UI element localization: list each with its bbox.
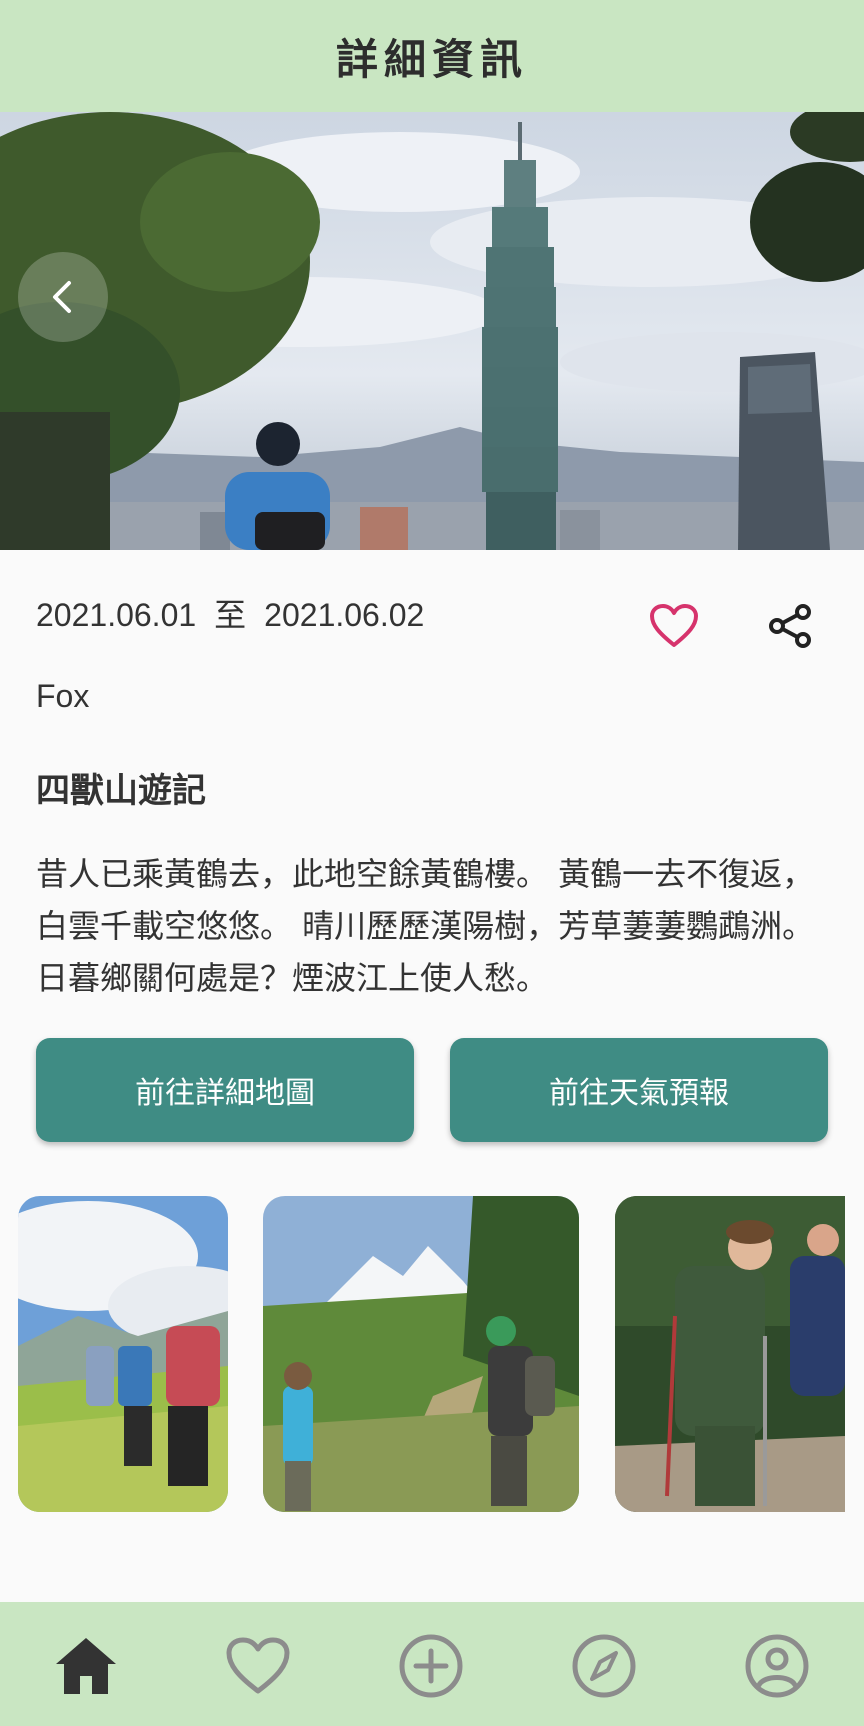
nav-add[interactable] xyxy=(395,1630,467,1702)
nav-home[interactable] xyxy=(50,1630,122,1702)
post-title: 四獸山遊記 xyxy=(36,771,206,811)
post-body: 昔人已乘黃鶴去，此地空餘黃鶴樓。 黃鶴一去不復返，白雲千載空悠悠。 晴川歷歷漢陽… xyxy=(36,855,815,997)
add-circle-icon xyxy=(399,1634,463,1698)
gallery-photo-ranger-hike[interactable] xyxy=(615,1196,845,1512)
back-button[interactable] xyxy=(18,252,108,342)
end-date: 2021.06.02 xyxy=(264,597,425,633)
detail-screen: 詳細資訊 2021.06.01 至 2021.06.02 Fox 四獸山遊記 昔… xyxy=(0,0,864,1726)
nav-explore[interactable] xyxy=(568,1630,640,1702)
photo-gallery[interactable] xyxy=(0,1196,864,1512)
share-button[interactable] xyxy=(758,594,822,658)
account-icon xyxy=(745,1634,809,1698)
gallery-photo-hikers-meadow[interactable] xyxy=(18,1196,228,1512)
heart-outline-icon xyxy=(650,604,698,647)
taipei-skyline-photo xyxy=(0,112,864,550)
home-icon xyxy=(56,1638,116,1694)
hero-image xyxy=(0,112,864,550)
top-app-bar: 詳細資訊 xyxy=(0,0,864,112)
bottom-navigation xyxy=(0,1602,864,1726)
nav-favorites[interactable] xyxy=(222,1630,294,1702)
author-name: Fox xyxy=(36,678,90,714)
chevron-left-icon xyxy=(53,281,71,313)
compass-icon xyxy=(572,1634,636,1698)
page-title: 詳細資訊 xyxy=(335,34,528,84)
start-date: 2021.06.01 xyxy=(36,597,197,633)
date-range: 2021.06.01 至 2021.06.02 xyxy=(36,590,442,636)
date-separator: 至 xyxy=(214,597,247,633)
share-icon xyxy=(769,604,811,648)
gallery-photo-hikers-trail[interactable] xyxy=(263,1196,579,1512)
weather-button[interactable]: 前往天氣預報 xyxy=(450,1038,828,1142)
favorite-button[interactable] xyxy=(642,594,706,658)
nav-profile[interactable] xyxy=(741,1630,813,1702)
heart-outline-icon xyxy=(226,1637,290,1694)
map-button[interactable]: 前往詳細地圖 xyxy=(36,1038,414,1142)
